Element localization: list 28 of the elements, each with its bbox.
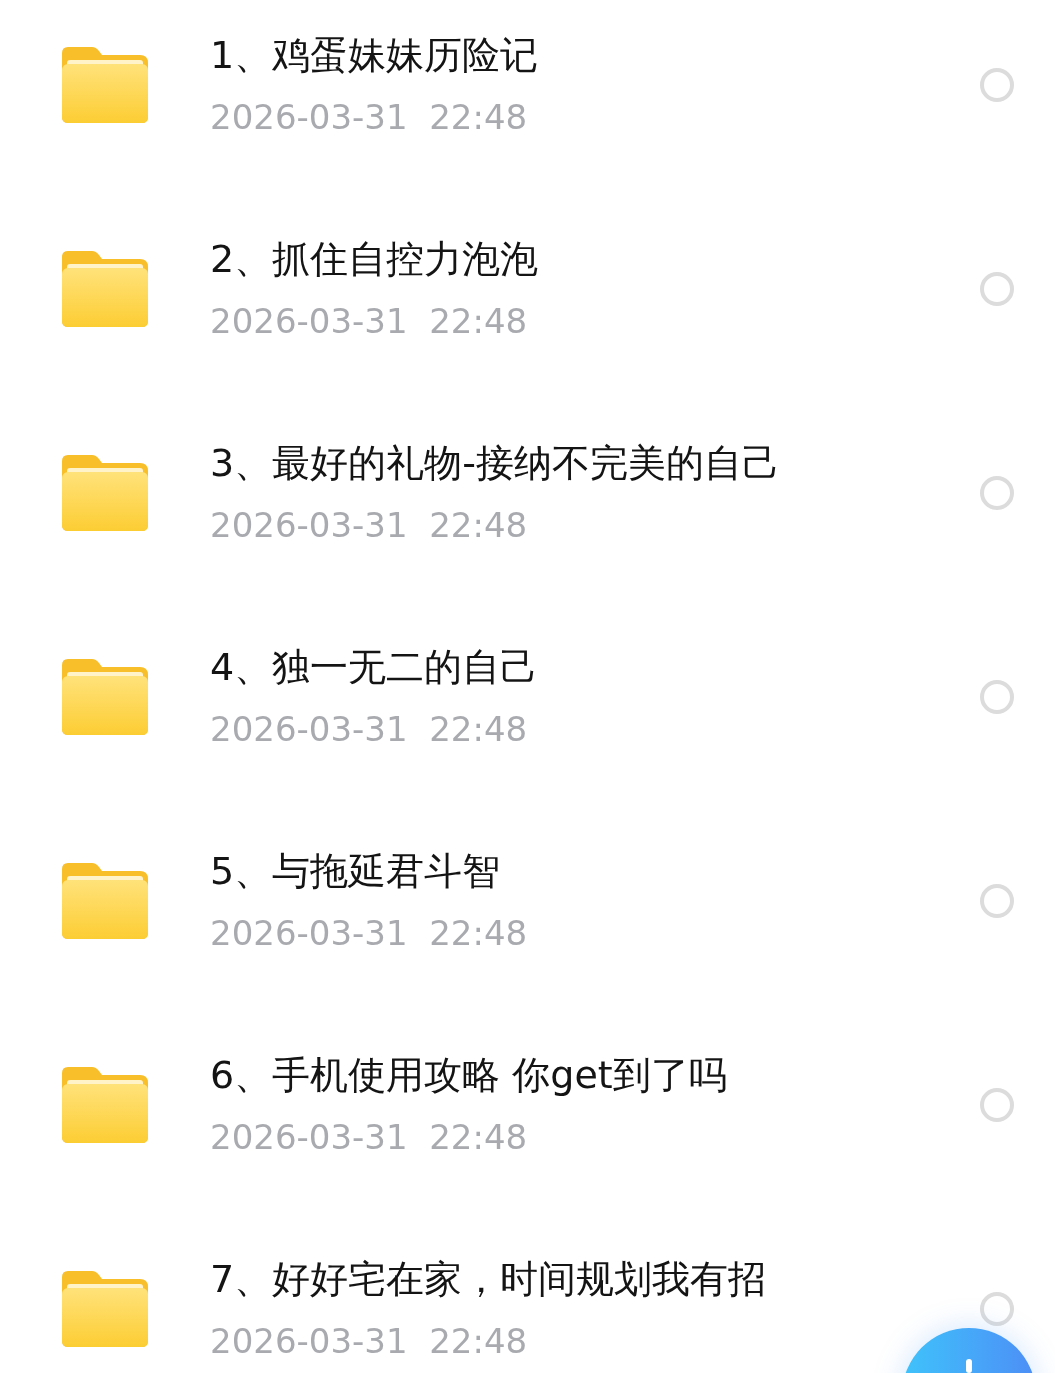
modified-date: 2026-03-31 22:48 <box>210 504 528 547</box>
modified-date: 2026-03-31 22:48 <box>210 1320 528 1363</box>
folder-name[interactable]: 1、鸡蛋妹妹历险记 <box>210 29 539 81</box>
folder-icon <box>62 47 148 123</box>
folder-icon <box>62 251 148 327</box>
modified-date: 2026-03-31 22:48 <box>210 96 528 139</box>
modified-date: 2026-03-31 22:48 <box>210 300 528 343</box>
folder-name[interactable]: 4、独一无二的自己 <box>210 641 539 693</box>
select-radio[interactable] <box>980 1292 1014 1326</box>
folder-icon <box>62 455 148 531</box>
folder-icon <box>62 1271 148 1347</box>
folder-name[interactable]: 6、手机使用攻略 你get到了吗 <box>210 1049 727 1101</box>
modified-date: 2026-03-31 22:48 <box>210 912 528 955</box>
folder-icon <box>62 1067 148 1143</box>
modified-date: 2026-03-31 22:48 <box>210 708 528 751</box>
select-radio[interactable] <box>980 476 1014 510</box>
folder-icon <box>62 659 148 735</box>
select-radio[interactable] <box>980 680 1014 714</box>
select-radio[interactable] <box>980 884 1014 918</box>
select-radio[interactable] <box>980 1088 1014 1122</box>
select-radio[interactable] <box>980 68 1014 102</box>
select-radio[interactable] <box>980 272 1014 306</box>
folder-name[interactable]: 3、最好的礼物-接纳不完美的自己 <box>210 437 780 489</box>
folder-name[interactable]: 7、好好宅在家，时间规划我有招 <box>210 1253 767 1305</box>
modified-date: 2026-03-31 22:48 <box>210 1116 528 1159</box>
folder-icon <box>62 863 148 939</box>
folder-name[interactable]: 2、抓住自控力泡泡 <box>210 233 539 285</box>
folder-name[interactable]: 5、与拖延君斗智 <box>210 845 501 897</box>
